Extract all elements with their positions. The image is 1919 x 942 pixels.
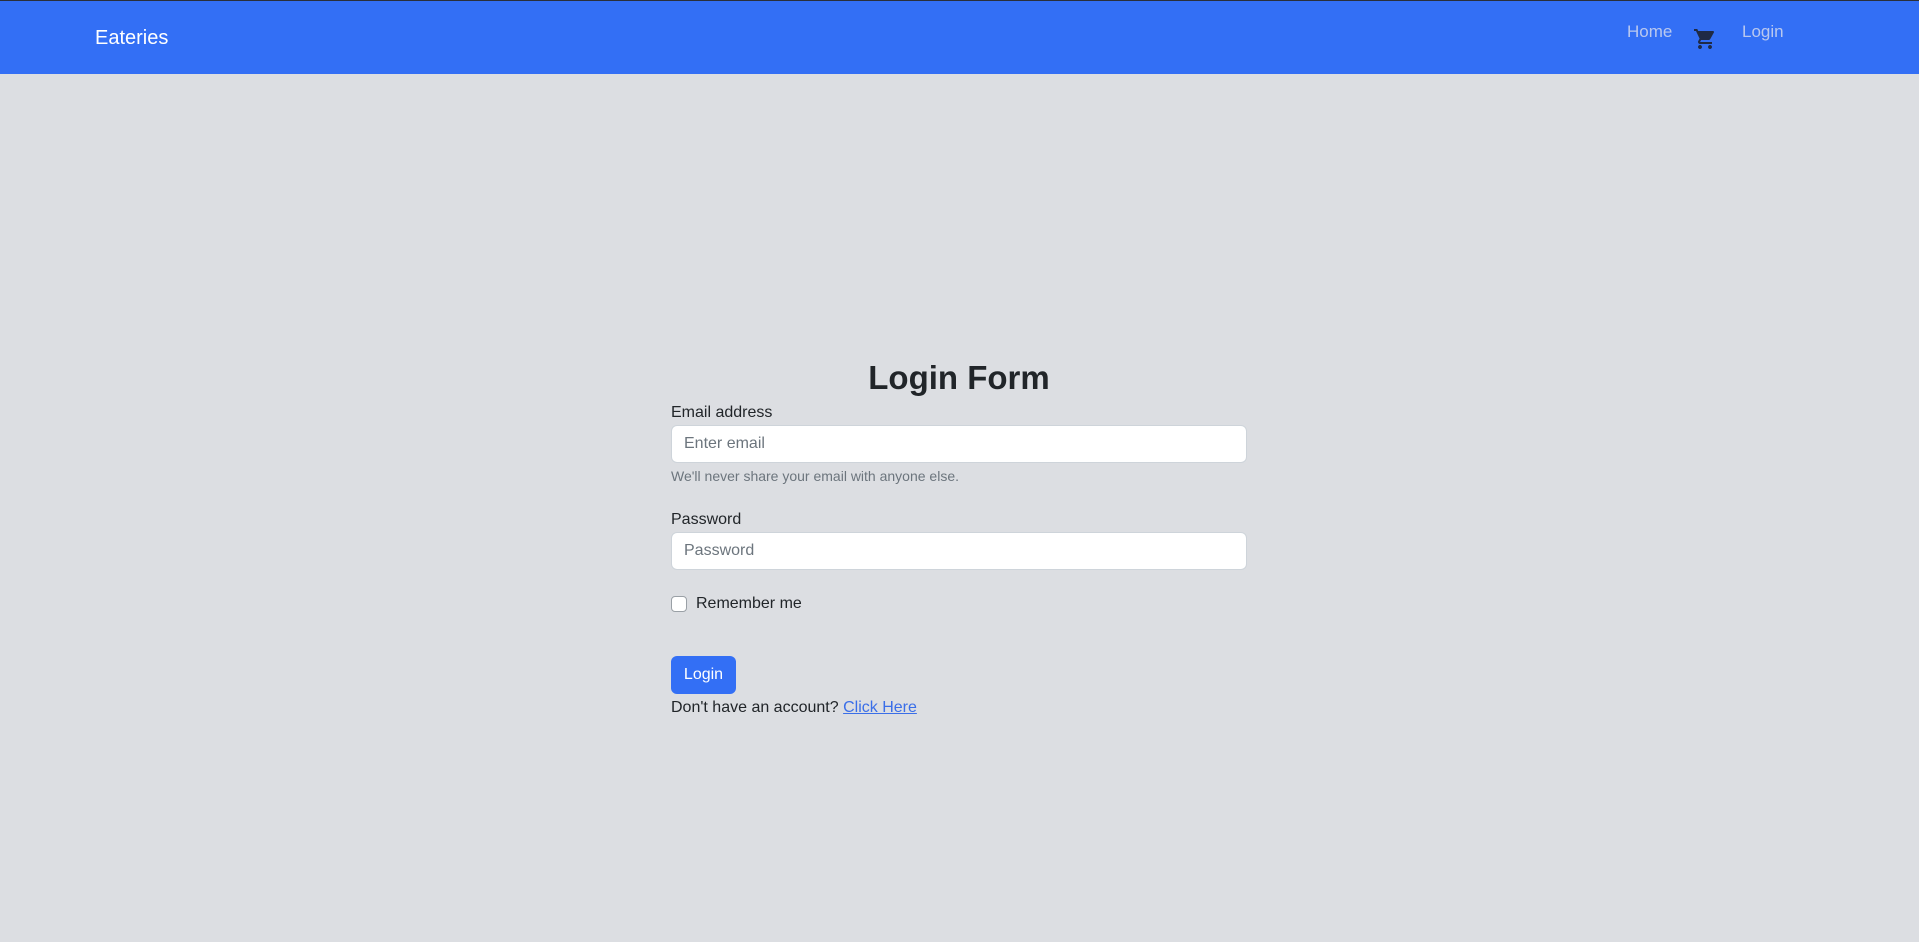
login-form: Login Form Email address We'll never sha… [671,358,1247,718]
email-label: Email address [671,404,773,421]
brand-link[interactable]: Eateries [95,27,168,50]
email-help-text: We'll never share your email with anyone… [671,468,959,484]
signup-link[interactable]: Click Here [843,699,917,716]
remember-me-checkbox[interactable] [671,596,687,612]
remember-me-row: Remember me [671,594,1247,614]
remember-me-label[interactable]: Remember me [696,595,802,613]
cart-icon[interactable] [1692,27,1718,51]
password-label: Password [671,511,742,528]
email-field[interactable] [671,425,1247,463]
password-field[interactable] [671,532,1247,570]
signup-prompt-row: Don't have an account? Click Here [671,698,1247,718]
navbar: Eateries Home Login [0,0,1919,74]
page-title: Login Form [868,359,1050,396]
login-button[interactable]: Login [671,656,736,694]
nav-home-link[interactable]: Home [1627,22,1672,42]
nav-login-link[interactable]: Login [1742,22,1784,42]
signup-prompt-text: Don't have an account? [671,699,839,716]
